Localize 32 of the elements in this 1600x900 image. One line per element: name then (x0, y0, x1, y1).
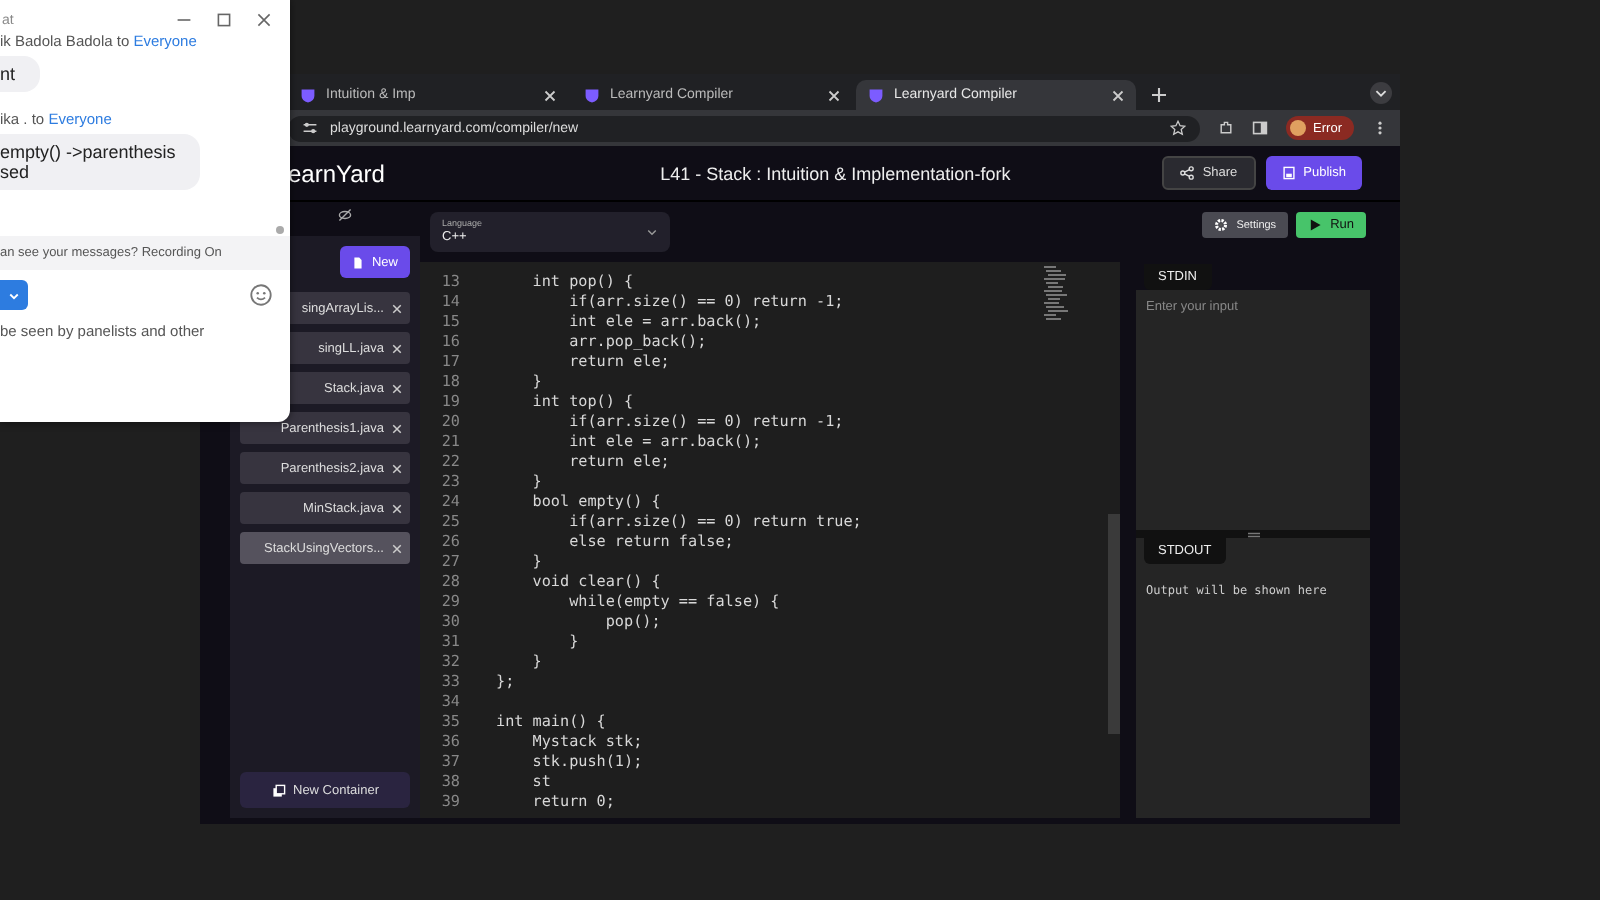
smiley-icon[interactable] (250, 284, 272, 306)
project-title: L41 - Stack : Intuition & Implementation-fork (658, 163, 1013, 183)
plus-icon[interactable] (1152, 88, 1166, 102)
chevron-down-icon[interactable] (1370, 82, 1392, 104)
share-icon (1180, 166, 1195, 180)
message-bubble: empty() ->parenthesis sed (0, 134, 200, 190)
gear-icon (1214, 218, 1229, 232)
file-icon (352, 255, 364, 269)
recipient-dropdown[interactable] (0, 280, 28, 310)
maximize-icon[interactable] (216, 12, 232, 28)
scrollbar[interactable] (276, 226, 284, 234)
logo-text: earnYard (288, 159, 387, 187)
copy-icon (271, 783, 285, 797)
minimap-drawing (1044, 266, 1068, 326)
save-icon (1281, 166, 1296, 180)
shield-icon (584, 87, 600, 103)
sidebar-icon[interactable] (1251, 120, 1268, 136)
close-icon[interactable] (256, 12, 272, 28)
chevron-down-icon (8, 289, 20, 301)
avatar-icon (1289, 120, 1306, 136)
code-editor[interactable] (420, 262, 1120, 818)
play-icon (1308, 218, 1323, 232)
puzzle-icon[interactable] (1217, 120, 1234, 136)
message-bubble: nt (0, 56, 40, 92)
sliders-icon (302, 120, 318, 136)
star-icon[interactable] (1169, 120, 1186, 136)
chevron-down-icon (646, 226, 658, 238)
scrollbar[interactable] (1108, 514, 1120, 734)
resize-handle-icon[interactable] (1247, 531, 1259, 537)
shield-icon (868, 87, 884, 103)
eye-slash-icon[interactable] (338, 208, 352, 222)
shield-icon (300, 87, 316, 103)
